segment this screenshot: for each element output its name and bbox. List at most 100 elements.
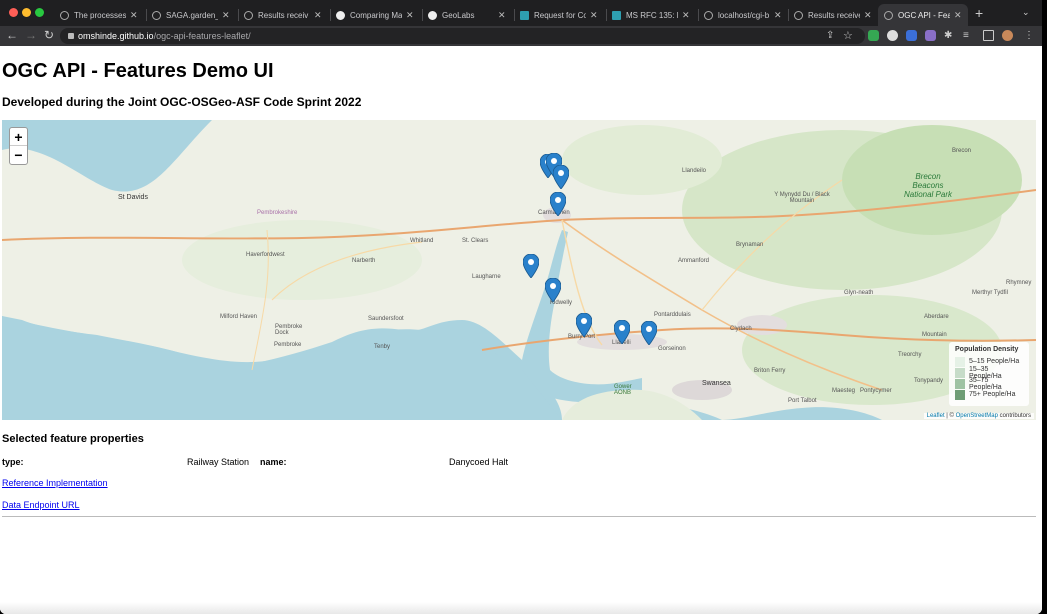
sidebar-icon[interactable] <box>983 30 994 41</box>
window-bottom-shadow <box>0 602 1042 614</box>
address-bar[interactable]: omshinde.github.io/ogc-api-features-leaf… <box>60 28 865 44</box>
globe-icon <box>704 10 713 20</box>
map-marker-icon[interactable] <box>545 278 561 302</box>
map-label: Briton Ferry <box>754 368 786 374</box>
map-label: Pontarddulais <box>654 312 691 318</box>
tab-7[interactable]: MS RFC 135: M ✕ <box>606 4 698 26</box>
tab-1[interactable]: The processes ✕ <box>54 4 150 26</box>
tab-4[interactable]: Comparing Ma ✕ <box>330 4 422 26</box>
close-tab-icon[interactable]: ✕ <box>498 10 506 21</box>
page: OGC API - Features Demo UI Developed dur… <box>0 46 1042 614</box>
github-icon <box>336 10 345 20</box>
map-label: Rhymney <box>1006 280 1032 286</box>
reference-implementation-link[interactable]: Reference Implementation <box>2 478 108 488</box>
chevron-down-icon[interactable]: ⌄ <box>1022 7 1030 18</box>
tab-2[interactable]: SAGA.garden_ ✕ <box>146 4 238 26</box>
bookmark-star-icon[interactable]: ☆ <box>843 29 853 42</box>
close-tab-icon[interactable]: ✕ <box>864 10 872 21</box>
map-marker-icon[interactable] <box>576 313 592 337</box>
browser-toolbar: ← → ↻ omshinde.github.io/ogc-api-feature… <box>0 26 1042 46</box>
close-tab-icon[interactable]: ✕ <box>682 10 690 21</box>
globe-icon <box>60 10 69 20</box>
globe-icon <box>884 10 893 20</box>
extension-green-icon[interactable] <box>868 30 879 41</box>
tab-strip: The processes ✕ SAGA.garden_ ✕ Results rec… <box>0 0 1042 26</box>
map-label: Tonypandy <box>914 378 944 384</box>
divider <box>2 516 1036 517</box>
map-label: Pontycymer <box>860 388 892 394</box>
close-window-dot[interactable] <box>9 8 18 17</box>
back-icon[interactable]: ← <box>6 28 18 42</box>
map-label: Swansea <box>702 380 731 387</box>
close-tab-icon[interactable]: ✕ <box>130 10 138 21</box>
map[interactable]: St Davids Pembrokeshire Haverfordwest Na… <box>2 120 1036 420</box>
tab-active[interactable]: OGC API - Feat ✕ <box>878 4 968 26</box>
tab-6[interactable]: Request for Co ✕ <box>514 4 606 26</box>
more-menu-icon[interactable]: ⋮ <box>1024 30 1034 41</box>
map-attribution: Leaflet | © OpenStreetMap contributors <box>923 413 1034 419</box>
share-icon[interactable]: ⇪ <box>826 30 834 41</box>
zoom-control: + − <box>9 127 28 165</box>
new-tab-icon[interactable]: + <box>975 5 983 21</box>
map-marker-icon[interactable] <box>550 192 566 216</box>
puzzle-icon[interactable]: ✱ <box>944 30 952 41</box>
tab-3[interactable]: Results receiv ✕ <box>238 4 330 26</box>
globe-icon <box>244 10 253 20</box>
map-label: Pembrokeshire <box>257 210 298 216</box>
close-tab-icon[interactable]: ✕ <box>590 10 598 21</box>
map-label: Narberth <box>352 258 376 264</box>
minimize-window-dot[interactable] <box>22 8 31 17</box>
reading-list-icon[interactable]: ≡ <box>963 30 969 41</box>
legend-swatch <box>955 356 965 367</box>
legend-swatch <box>955 389 965 400</box>
close-tab-icon[interactable]: ✕ <box>774 10 782 21</box>
extension-circle-icon[interactable] <box>887 30 898 41</box>
map-label: Merthyr Tydfil <box>972 290 1008 296</box>
map-label: Maesteg <box>832 388 856 394</box>
type-label: type: <box>2 457 24 467</box>
legend-swatch <box>955 367 965 378</box>
map-label: Clydach <box>730 326 752 332</box>
leaflet-link[interactable]: Leaflet <box>927 413 945 419</box>
legend-item: 35–75 People/Ha <box>955 377 1023 391</box>
selected-heading: Selected feature properties <box>2 433 144 445</box>
globe-icon <box>794 10 803 20</box>
tab-9[interactable]: Results receive ✕ <box>788 4 878 26</box>
reload-icon[interactable]: ↻ <box>44 28 54 42</box>
avatar[interactable] <box>1002 30 1013 41</box>
legend-title: Population Density <box>955 346 1019 353</box>
type-value: Railway Station <box>187 457 250 467</box>
page-subtitle: Developed during the Joint OGC-OSGeo-ASF… <box>2 95 362 109</box>
map-marker-icon[interactable] <box>641 321 657 345</box>
map-label: Aberdare <box>924 314 949 320</box>
globe-icon <box>152 10 161 20</box>
forward-icon[interactable]: → <box>25 28 37 42</box>
tab-8[interactable]: localhost/cgi-b ✕ <box>698 4 788 26</box>
tab-5[interactable]: GeoLabs ✕ <box>422 4 514 26</box>
zoom-out-button[interactable]: − <box>10 146 27 164</box>
map-marker-icon[interactable] <box>553 165 569 189</box>
map-marker-icon[interactable] <box>523 254 539 278</box>
extension-purple-icon[interactable] <box>925 30 936 41</box>
close-tab-icon[interactable]: ✕ <box>314 10 322 21</box>
maximize-window-dot[interactable] <box>35 8 44 17</box>
legend-item: 75+ People/Ha <box>955 389 1023 400</box>
doc-icon <box>520 10 529 20</box>
zoom-in-button[interactable]: + <box>10 128 27 146</box>
data-endpoint-link[interactable]: Data Endpoint URL <box>2 500 80 510</box>
extension-blue-icon[interactable] <box>906 30 917 41</box>
map-legend: Population Density 5–15 People/Ha 15–35 … <box>949 342 1029 406</box>
close-tab-icon[interactable]: ✕ <box>406 10 414 21</box>
github-icon <box>428 10 437 20</box>
map-label: Brynaman <box>736 242 764 248</box>
map-label: Ammanford <box>678 258 710 264</box>
map-label: Y Mynydd Du / Black Mountain <box>774 192 830 204</box>
map-label: Whitland <box>410 238 434 244</box>
map-marker-icon[interactable] <box>614 320 630 344</box>
legend-swatch <box>955 378 965 389</box>
close-tab-icon[interactable]: ✕ <box>954 10 962 21</box>
map-label: Brecon <box>952 148 972 154</box>
close-tab-icon[interactable]: ✕ <box>222 10 230 21</box>
map-label: Glyn-neath <box>844 290 874 296</box>
osm-link[interactable]: OpenStreetMap <box>956 413 998 419</box>
